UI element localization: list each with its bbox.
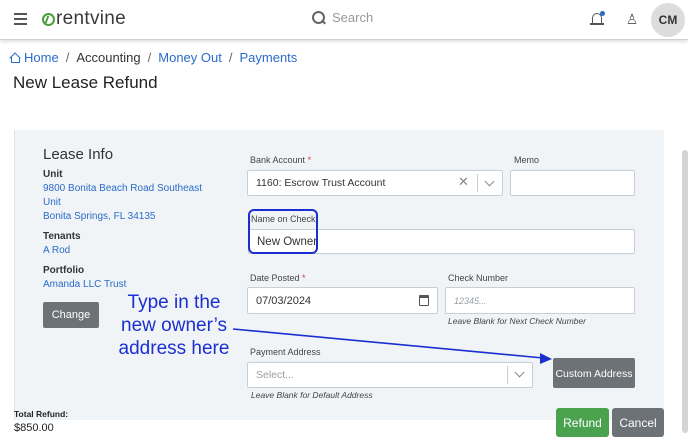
custom-address-button[interactable]: Custom Address <box>553 358 635 388</box>
breadcrumb-separator: / <box>65 50 70 65</box>
page-title: New Lease Refund <box>13 73 158 92</box>
annotation-highlight-box <box>248 209 318 254</box>
select-divider <box>507 366 508 384</box>
check-number-input[interactable]: 12345... <box>445 287 635 314</box>
notification-dot <box>600 11 605 16</box>
payment-address-label: Payment Address <box>250 347 321 357</box>
annotation-text: Type in the new owner’s address here <box>118 292 230 359</box>
date-posted-label: Date Posted * <box>250 273 306 283</box>
breadcrumb-separator: / <box>147 50 152 65</box>
select-divider <box>477 174 478 192</box>
breadcrumb-separator: / <box>228 50 233 65</box>
rentvine-logo-icon <box>42 12 55 26</box>
check-number-hint: Leave Blank for Next Check Number <box>448 316 586 326</box>
memo-label: Memo <box>514 155 540 165</box>
home-icon[interactable] <box>9 52 20 63</box>
required-marker: * <box>302 273 306 283</box>
total-refund-value: $850.00 <box>14 422 54 434</box>
logo-text: rentvine <box>56 8 126 29</box>
check-number-placeholder: 12345... <box>454 295 487 306</box>
person-icon[interactable]: ♙ <box>625 11 639 27</box>
payment-address-hint: Leave Blank for Default Address <box>251 390 373 400</box>
unit-address-line1-link[interactable]: 9800 Bonita Beach Road Southeast <box>43 183 202 194</box>
portfolio-link[interactable]: Amanda LLC Trust <box>43 279 126 290</box>
search-icon <box>312 10 326 25</box>
calendar-icon[interactable] <box>419 295 429 306</box>
change-lease-button[interactable]: Change <box>43 302 99 328</box>
clear-selection-icon[interactable]: ✕ <box>458 174 469 190</box>
search-bar[interactable] <box>312 10 482 25</box>
breadcrumb: Home / Accounting / Money Out / Payments <box>9 50 297 65</box>
check-number-label: Check Number <box>448 273 509 283</box>
payment-address-placeholder: Select... <box>256 369 294 381</box>
unit-address-line2-link[interactable]: Unit <box>43 197 61 208</box>
breadcrumb-money-out[interactable]: Money Out <box>158 50 222 65</box>
page-scrollbar[interactable] <box>682 150 688 433</box>
bank-account-value: 1160: Escrow Trust Account <box>256 177 386 189</box>
date-posted-value: 07/03/2024 <box>256 294 312 307</box>
top-navigation-bar: rentvine ♙ CM <box>0 0 688 40</box>
tenants-label: Tenants <box>43 231 81 242</box>
bank-account-label-text: Bank Account <box>250 155 306 165</box>
portfolio-label: Portfolio <box>43 265 85 276</box>
date-posted-input[interactable]: 07/03/2024 <box>247 287 438 314</box>
memo-input[interactable] <box>510 170 635 196</box>
unit-address-line3-link[interactable]: Bonita Springs, FL 34135 <box>43 211 155 222</box>
menu-icon[interactable] <box>14 13 27 25</box>
notifications-bell-icon[interactable] <box>589 11 605 28</box>
search-input[interactable] <box>332 10 482 25</box>
breadcrumb-accounting: Accounting <box>76 50 141 65</box>
payment-address-select[interactable]: Select... <box>247 362 533 388</box>
breadcrumb-payments[interactable]: Payments <box>239 50 297 65</box>
required-marker: * <box>307 155 312 165</box>
logo[interactable]: rentvine <box>42 8 126 30</box>
date-posted-label-text: Date Posted <box>250 273 300 283</box>
total-refund-label: Total Refund: <box>14 409 69 419</box>
unit-label: Unit <box>43 169 63 180</box>
lease-info-title: Lease Info <box>43 146 114 163</box>
tenant-link[interactable]: A Rod <box>43 245 70 256</box>
breadcrumb-home[interactable]: Home <box>24 50 59 65</box>
avatar[interactable]: CM <box>651 3 685 37</box>
bank-account-label: Bank Account * <box>250 155 311 165</box>
